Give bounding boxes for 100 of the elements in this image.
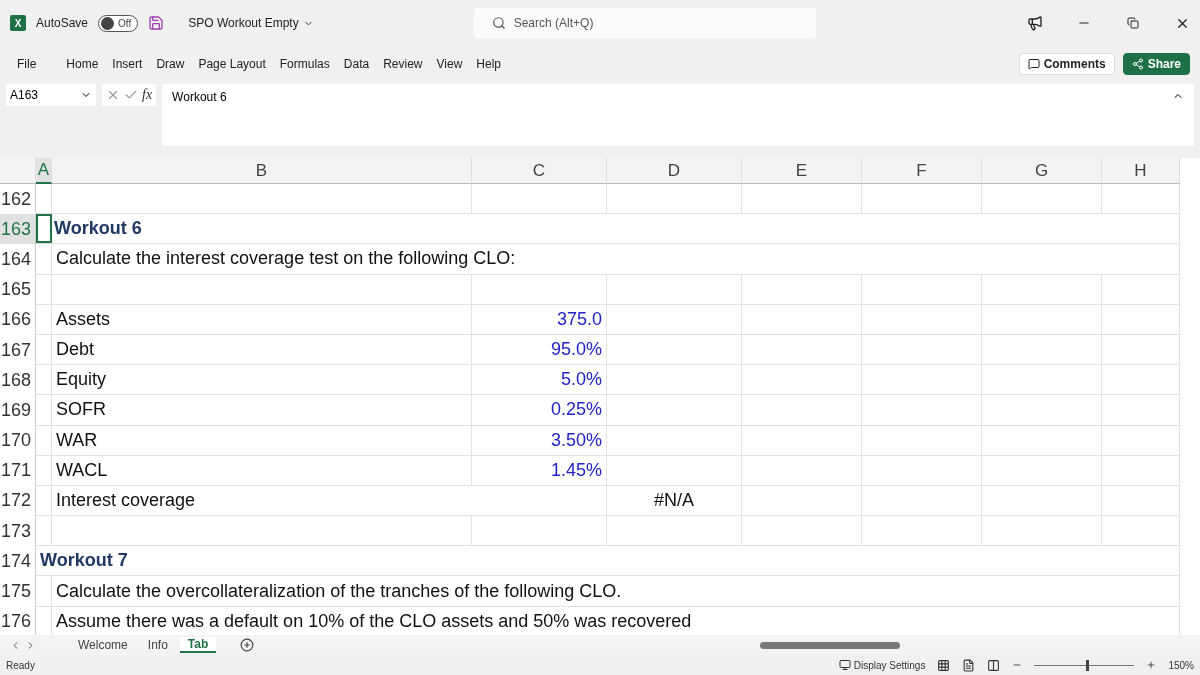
menu-tab[interactable]: Help: [469, 57, 508, 71]
table-cell[interactable]: [1102, 485, 1180, 517]
zoom-in-icon[interactable]: [1146, 660, 1157, 670]
row-header[interactable]: 167: [0, 334, 36, 366]
zoom-slider-thumb[interactable]: [1086, 659, 1090, 671]
menu-tab[interactable]: File: [10, 57, 44, 71]
table-cell[interactable]: #N/A: [607, 485, 742, 517]
row-header[interactable]: 168: [0, 365, 36, 396]
menu-tab[interactable]: View: [429, 57, 470, 71]
table-cell[interactable]: 95.0%: [472, 334, 607, 366]
normal-view-icon[interactable]: [937, 658, 951, 672]
menu-tab[interactable]: Data: [336, 57, 377, 71]
table-cell[interactable]: [36, 304, 52, 335]
table-cell[interactable]: [862, 274, 982, 305]
sheet-tab[interactable]: Welcome: [70, 638, 136, 652]
menu-tab[interactable]: Review: [376, 57, 430, 71]
save-icon[interactable]: [148, 15, 165, 31]
table-cell[interactable]: SOFR: [52, 395, 472, 426]
table-cell[interactable]: [742, 485, 862, 517]
table-cell[interactable]: Assets: [52, 304, 472, 335]
column-header[interactable]: H: [1102, 158, 1180, 184]
page-break-icon[interactable]: [987, 658, 1001, 672]
table-cell[interactable]: [1102, 365, 1180, 396]
formula-field[interactable]: Workout 6: [162, 84, 1194, 146]
enter-icon[interactable]: [124, 88, 138, 102]
table-cell[interactable]: [982, 274, 1102, 305]
table-cell[interactable]: [982, 455, 1102, 486]
table-cell[interactable]: [36, 425, 52, 456]
function-button[interactable]: fx: [142, 87, 153, 103]
menu-tab[interactable]: Draw: [149, 57, 192, 71]
table-cell[interactable]: WACL: [52, 455, 472, 486]
table-cell[interactable]: [742, 365, 862, 396]
sheet-tab[interactable]: Tab: [179, 637, 217, 653]
table-cell[interactable]: [1102, 334, 1180, 366]
share-button[interactable]: Share: [1122, 53, 1190, 75]
table-cell[interactable]: [862, 516, 982, 547]
table-cell[interactable]: [36, 395, 52, 426]
table-cell[interactable]: 1.45%: [472, 455, 607, 486]
menu-tab[interactable]: Page Layout: [191, 57, 273, 71]
table-cell[interactable]: [742, 455, 862, 486]
table-cell[interactable]: [1102, 184, 1180, 215]
table-cell[interactable]: [1102, 304, 1180, 335]
table-cell[interactable]: [52, 516, 472, 547]
table-cell[interactable]: Workout 6: [36, 214, 1180, 245]
table-cell[interactable]: [36, 274, 52, 305]
comments-button[interactable]: Comments: [1018, 53, 1115, 75]
table-cell[interactable]: [607, 516, 742, 547]
autosave-toggle[interactable]: Off: [98, 14, 139, 32]
table-cell[interactable]: [862, 304, 982, 335]
table-cell[interactable]: [742, 425, 862, 456]
table-cell[interactable]: [472, 274, 607, 305]
menu-tab[interactable]: Insert: [105, 57, 150, 71]
table-cell[interactable]: [742, 184, 862, 215]
table-cell[interactable]: [982, 304, 1102, 335]
table-cell[interactable]: [982, 485, 1102, 517]
column-header[interactable]: G: [982, 158, 1102, 184]
table-cell[interactable]: [1102, 274, 1180, 305]
table-cell[interactable]: Calculate the interest coverage test on the following CLO:: [52, 244, 1180, 275]
restore-icon[interactable]: [1127, 17, 1139, 29]
name-box[interactable]: A163: [6, 84, 96, 106]
column-header[interactable]: C: [472, 158, 607, 184]
table-cell[interactable]: [1102, 395, 1180, 426]
table-cell[interactable]: [36, 455, 52, 486]
search-field[interactable]: Search (Alt+Q): [473, 8, 816, 38]
row-header[interactable]: 171: [0, 455, 36, 486]
table-cell[interactable]: [52, 274, 472, 305]
table-cell[interactable]: Interest coverage: [52, 485, 607, 517]
table-cell[interactable]: [982, 334, 1102, 366]
column-header[interactable]: B: [52, 158, 472, 184]
row-header[interactable]: 162: [0, 184, 36, 215]
menu-tab[interactable]: Formulas: [272, 57, 337, 71]
megaphone-icon[interactable]: [1027, 15, 1043, 31]
table-cell[interactable]: [982, 395, 1102, 426]
table-cell[interactable]: [36, 365, 52, 396]
table-cell[interactable]: Workout 7: [36, 546, 1180, 577]
table-cell[interactable]: Equity: [52, 365, 472, 396]
row-header[interactable]: 174: [0, 546, 36, 577]
row-header[interactable]: 165: [0, 274, 36, 305]
horizontal-scrollbar[interactable]: [760, 641, 900, 649]
table-cell[interactable]: [607, 395, 742, 426]
row-header[interactable]: 175: [0, 576, 36, 607]
add-sheet-icon[interactable]: [240, 638, 255, 652]
column-header[interactable]: A: [36, 158, 52, 184]
table-cell[interactable]: [472, 516, 607, 547]
column-header[interactable]: F: [862, 158, 982, 184]
table-cell[interactable]: [607, 365, 742, 396]
table-cell[interactable]: [607, 304, 742, 335]
table-cell[interactable]: [607, 334, 742, 366]
row-header[interactable]: 176: [0, 606, 36, 635]
document-title[interactable]: SPO Workout Empty: [188, 16, 314, 30]
table-cell[interactable]: [862, 365, 982, 396]
table-cell[interactable]: [36, 334, 52, 366]
table-cell[interactable]: [742, 516, 862, 547]
table-cell[interactable]: [1102, 455, 1180, 486]
row-header[interactable]: 173: [0, 516, 36, 547]
table-cell[interactable]: 5.0%: [472, 365, 607, 396]
cell-selection-frame[interactable]: [36, 214, 52, 244]
table-cell[interactable]: WAR: [52, 425, 472, 456]
menu-tab[interactable]: Home: [59, 57, 106, 71]
table-cell[interactable]: [862, 485, 982, 517]
